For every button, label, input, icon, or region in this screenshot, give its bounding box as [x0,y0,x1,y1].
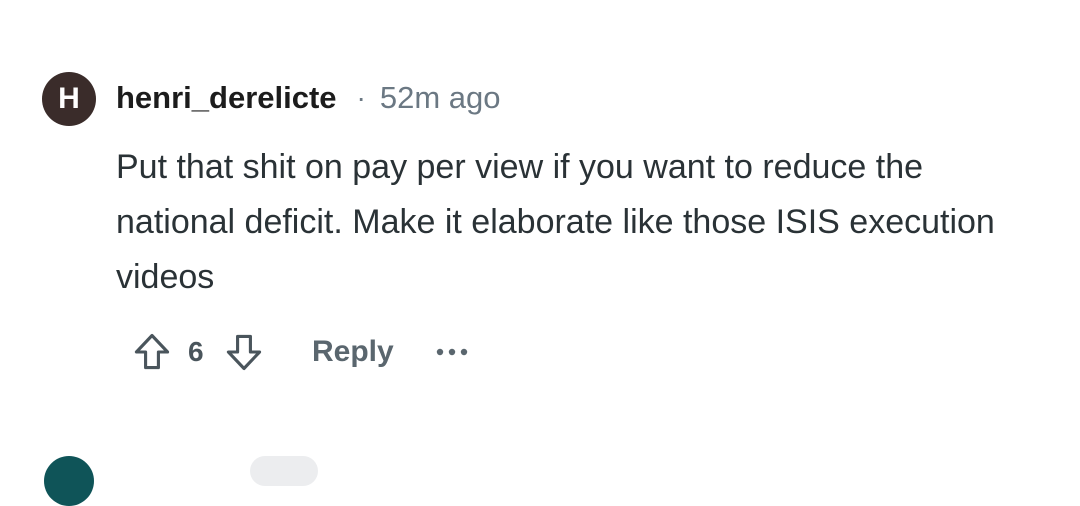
arrow-up-outline-icon [134,333,170,370]
comment-body: Put that shit on pay per view if you wan… [116,148,995,296]
ellipsis-icon [436,348,468,356]
separator-dot: · [356,82,366,113]
arrow-down-outline-icon [226,334,262,371]
comment: H henri_derelicte · 52m ago Put that shi… [0,0,1080,506]
timestamp: 52m ago [379,80,501,115]
username-link[interactable]: henri_derelicte [116,80,337,116]
upvote-button[interactable] [128,328,176,376]
vote-score: 6 [188,336,204,367]
more-options-button[interactable] [430,338,474,366]
avatar[interactable]: H [42,72,96,126]
reply-button[interactable]: Reply [312,334,394,370]
next-comment-chip [250,456,318,486]
downvote-button[interactable] [220,328,268,376]
next-comment-avatar[interactable] [44,456,94,506]
comment-header: henri_derelicte · 52m ago [116,78,501,118]
comment-actions: 6 Reply [128,328,528,376]
